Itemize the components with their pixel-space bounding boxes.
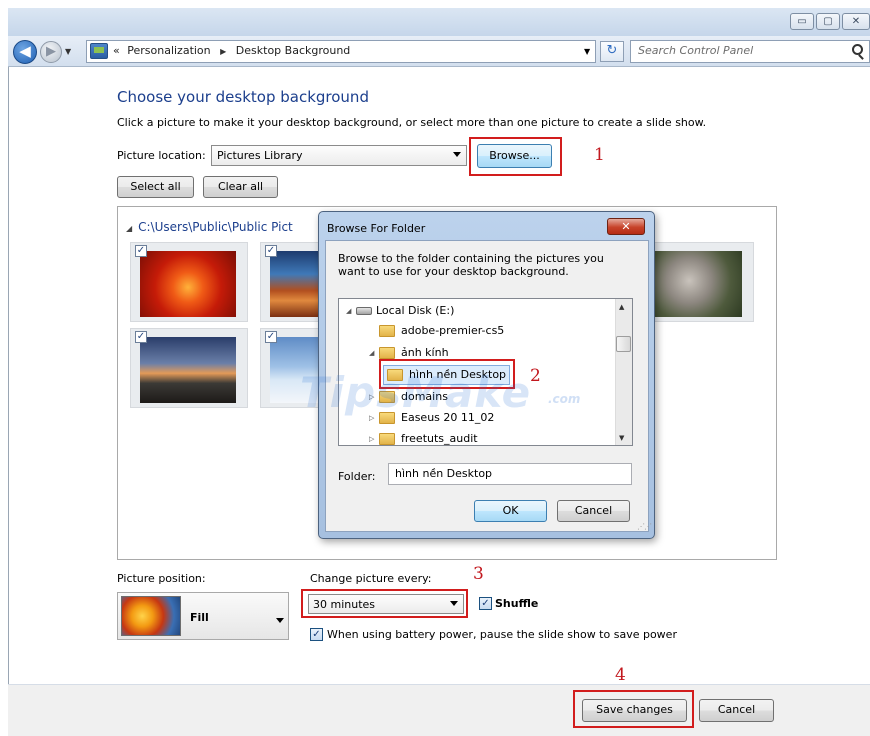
- picture-location-value: Pictures Library: [217, 149, 303, 162]
- scrollbar-thumb[interactable]: [616, 336, 631, 352]
- instructions-text: Click a picture to make it your desktop …: [117, 116, 707, 129]
- clear-all-button[interactable]: Clear all: [203, 176, 278, 198]
- expander-icon[interactable]: ◢: [346, 307, 356, 315]
- koala-image: [646, 251, 742, 317]
- dialog-cancel-button[interactable]: Cancel: [557, 500, 630, 522]
- tree-scrollbar[interactable]: [615, 299, 632, 445]
- picture-position-value: Fill: [190, 611, 209, 624]
- shuffle-label[interactable]: Shuffle: [495, 597, 538, 610]
- scroll-up-icon[interactable]: ▲: [619, 303, 624, 311]
- breadcrumb-personalization[interactable]: Personalization: [127, 44, 210, 57]
- position-preview-image: [121, 596, 181, 636]
- folder-icon: [379, 346, 395, 359]
- annotation-box-3: [301, 589, 468, 618]
- cancel-button[interactable]: Cancel: [699, 699, 774, 722]
- dialog-description: Browse to the folder containing the pict…: [338, 252, 604, 278]
- chevron-down-icon: [453, 152, 461, 157]
- tree-item-freetuts-audit[interactable]: ▷ freetuts_audit: [369, 432, 478, 445]
- folder-group-header[interactable]: ◢ C:\Users\Public\Public Pict: [126, 220, 293, 234]
- scroll-down-icon[interactable]: ▼: [619, 434, 624, 442]
- thumbnail-checkbox[interactable]: ✓: [135, 245, 147, 257]
- lighthouse-image: [140, 337, 236, 403]
- tree-item-local-disk[interactable]: ◢ Local Disk (E:): [346, 304, 454, 317]
- picture-position-label: Picture position:: [117, 572, 206, 585]
- thumbnail-lighthouse[interactable]: ✓: [130, 328, 248, 408]
- back-button[interactable]: ◀: [13, 40, 37, 64]
- tree-item-label: ảnh kính: [401, 346, 449, 359]
- folder-icon: [379, 324, 395, 337]
- chevron-down-icon[interactable]: [276, 618, 284, 623]
- thumbnail-checkbox[interactable]: ✓: [265, 245, 277, 257]
- select-all-button[interactable]: Select all: [117, 176, 194, 198]
- collapse-icon[interactable]: ◢: [126, 224, 132, 233]
- annotation-label-3: 3: [473, 564, 484, 584]
- control-panel-icon: [90, 43, 108, 59]
- close-window-button[interactable]: ✕: [842, 13, 870, 30]
- dialog-close-button[interactable]: ✕: [607, 218, 645, 235]
- annotation-label-1: 1: [594, 145, 605, 165]
- breadcrumb: « Personalization ▶ Desktop Background: [113, 44, 350, 57]
- annotation-box-4: [573, 690, 694, 728]
- search-placeholder: Search Control Panel: [638, 44, 754, 57]
- expander-icon[interactable]: ◢: [369, 349, 379, 357]
- maximize-button[interactable]: ▢: [816, 13, 840, 30]
- thumbnail-flower[interactable]: ✓: [130, 242, 248, 322]
- shuffle-checkbox[interactable]: ✓: [479, 597, 492, 610]
- annotation-box-1: [469, 137, 562, 176]
- minimize-button[interactable]: ▭: [790, 13, 814, 30]
- address-dropdown-icon[interactable]: ▼: [584, 47, 590, 56]
- recent-pages-arrow-icon[interactable]: ▼: [65, 47, 71, 56]
- breadcrumb-desktop-background[interactable]: Desktop Background: [236, 44, 351, 57]
- folder-icon: [379, 432, 395, 445]
- thumbnail-checkbox[interactable]: ✓: [265, 331, 277, 343]
- breadcrumb-chevron-icon[interactable]: ▶: [220, 47, 226, 56]
- battery-pause-label[interactable]: When using battery power, pause the slid…: [327, 628, 677, 641]
- picture-location-label: Picture location:: [117, 149, 206, 162]
- title-bar: [8, 8, 870, 36]
- tree-item-label: freetuts_audit: [401, 432, 478, 445]
- flower-image: [140, 251, 236, 317]
- tree-item-label: adobe-premier-cs5: [401, 324, 505, 337]
- page-title: Choose your desktop background: [117, 88, 369, 106]
- annotation-label-2: 2: [530, 366, 541, 386]
- annotation-label-4: 4: [615, 665, 626, 685]
- tree-item-anh-kinh[interactable]: ◢ ảnh kính: [369, 346, 449, 359]
- folder-name-field[interactable]: hình nền Desktop: [388, 463, 632, 485]
- forward-button[interactable]: ▶: [40, 41, 62, 63]
- tree-item-adobe-premier[interactable]: adobe-premier-cs5: [369, 324, 504, 337]
- ok-button[interactable]: OK: [474, 500, 547, 522]
- change-picture-label: Change picture every:: [310, 572, 432, 585]
- expander-icon[interactable]: ▷: [369, 435, 379, 443]
- drive-icon: [356, 306, 372, 315]
- folder-path-text: C:\Users\Public\Public Pict: [138, 220, 293, 234]
- folder-label: Folder:: [338, 470, 376, 483]
- refresh-button[interactable]: ↻: [600, 41, 624, 62]
- battery-pause-checkbox[interactable]: ✓: [310, 628, 323, 641]
- watermark-suffix: .com: [548, 392, 581, 406]
- picture-location-select[interactable]: Pictures Library: [211, 145, 467, 166]
- watermark: TipsMake: [300, 368, 532, 417]
- dialog-title: Browse For Folder: [327, 222, 426, 235]
- resize-grip-icon[interactable]: ⋰⋰: [637, 522, 652, 531]
- search-icon[interactable]: [852, 44, 863, 55]
- tree-item-label: Local Disk (E:): [376, 304, 455, 317]
- thumbnail-checkbox[interactable]: ✓: [135, 331, 147, 343]
- breadcrumb-overflow[interactable]: «: [113, 44, 120, 57]
